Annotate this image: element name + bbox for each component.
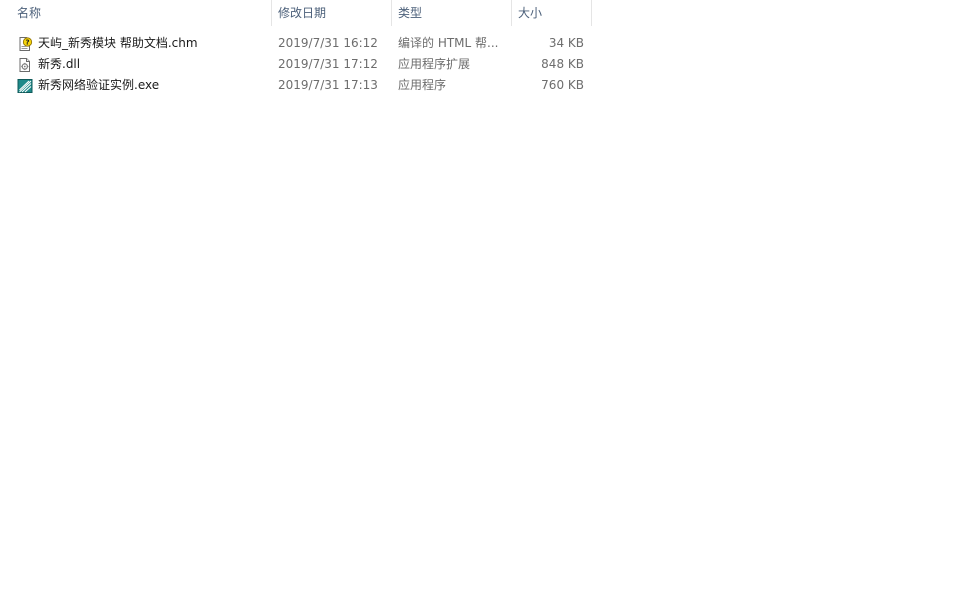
column-header-name-label: 名称 [17,6,42,20]
chm-help-icon: ? [17,36,33,52]
column-header-type-label: 类型 [398,6,423,20]
file-size: 760 KB [541,78,584,92]
file-rows: ? 天屿_新秀模块 帮助文档.chm 2019/7/31 16:12 编译的 H… [0,33,592,96]
column-header-size[interactable]: 大小 [512,0,592,26]
file-name-cell[interactable]: ? 天屿_新秀模块 帮助文档.chm [17,33,269,54]
dll-file-icon [17,57,33,73]
file-name-cell[interactable]: 新秀网络验证实例.exe [17,75,269,96]
column-header-size-label: 大小 [518,6,543,20]
column-header-modified-label: 修改日期 [278,6,327,20]
file-name: 新秀网络验证实例.exe [38,78,160,92]
column-header-bar: 名称 ^ 修改日期 类型 大小 [0,0,592,26]
file-row[interactable]: 新秀.dll 2019/7/31 17:12 应用程序扩展 848 KB [0,54,592,75]
exe-app-icon [17,78,33,94]
file-type: 编译的 HTML 帮... [398,36,499,50]
file-name-cell[interactable]: 新秀.dll [17,54,269,75]
file-type: 应用程序扩展 [398,57,471,71]
column-header-modified[interactable]: 修改日期 [272,0,392,26]
file-row[interactable]: ? 天屿_新秀模块 帮助文档.chm 2019/7/31 16:12 编译的 H… [0,33,592,54]
file-name: 天屿_新秀模块 帮助文档.chm [38,36,198,50]
column-header-type[interactable]: 类型 [392,0,512,26]
svg-text:?: ? [25,39,29,47]
file-modified: 2019/7/31 17:12 [278,57,378,71]
sort-ascending-icon: ^ [137,0,147,6]
column-divider[interactable] [591,0,592,26]
file-list-view: 名称 ^ 修改日期 类型 大小 ? 天屿_新秀模块 帮助文档.chm 2019/… [0,0,963,590]
file-size: 848 KB [541,57,584,71]
file-size: 34 KB [548,36,584,50]
file-row[interactable]: 新秀网络验证实例.exe 2019/7/31 17:13 应用程序 760 KB [0,75,592,96]
file-name: 新秀.dll [38,57,81,71]
file-type: 应用程序 [398,78,447,92]
file-modified: 2019/7/31 16:12 [278,36,378,50]
file-modified: 2019/7/31 17:13 [278,78,378,92]
